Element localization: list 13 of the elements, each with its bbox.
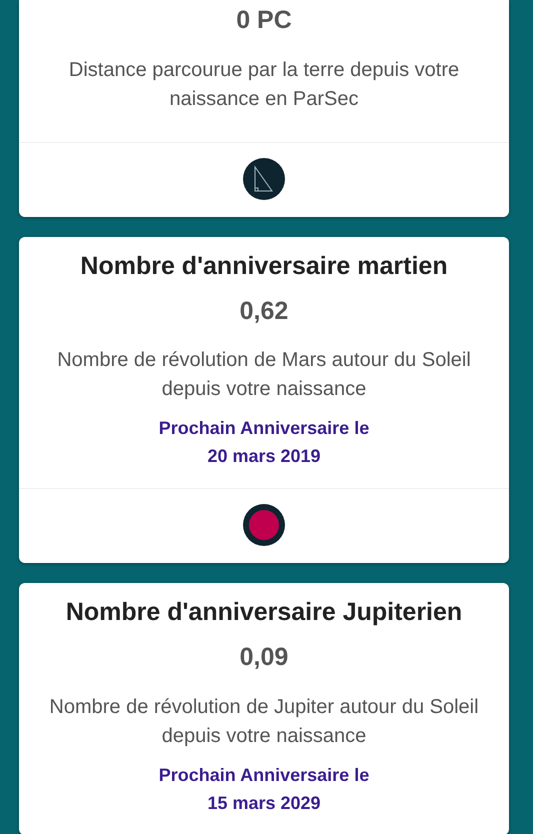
next-anniversary-label: Prochain Anniversaire le [158,417,370,440]
card-title: Nombre d'anniversaire martien [79,250,449,280]
stat-value: 0 PC [235,5,293,36]
stat-value: 0,62 [238,296,290,326]
next-anniversary-date: 20 mars 2019 [206,445,322,468]
card-title: Nombre d'anniversaire Jupiterien [64,597,464,627]
next-anniversary-label: Prochain Anniversaire le [158,764,370,786]
card-description: Distance parcourue par la terre depuis votre naissance en ParSec [68,58,460,112]
card-description: Nombre de révolution de Jupiter autour du Soleil depuis votre naissance [48,694,480,748]
next-anniversary-date: 15 mars 2029 [206,792,322,814]
stat-value: 0,09 [238,642,290,673]
card-description: Nombre de révolution de Mars autour du Soleil depuis votre naissance [56,348,472,402]
planet-icon [242,503,286,547]
